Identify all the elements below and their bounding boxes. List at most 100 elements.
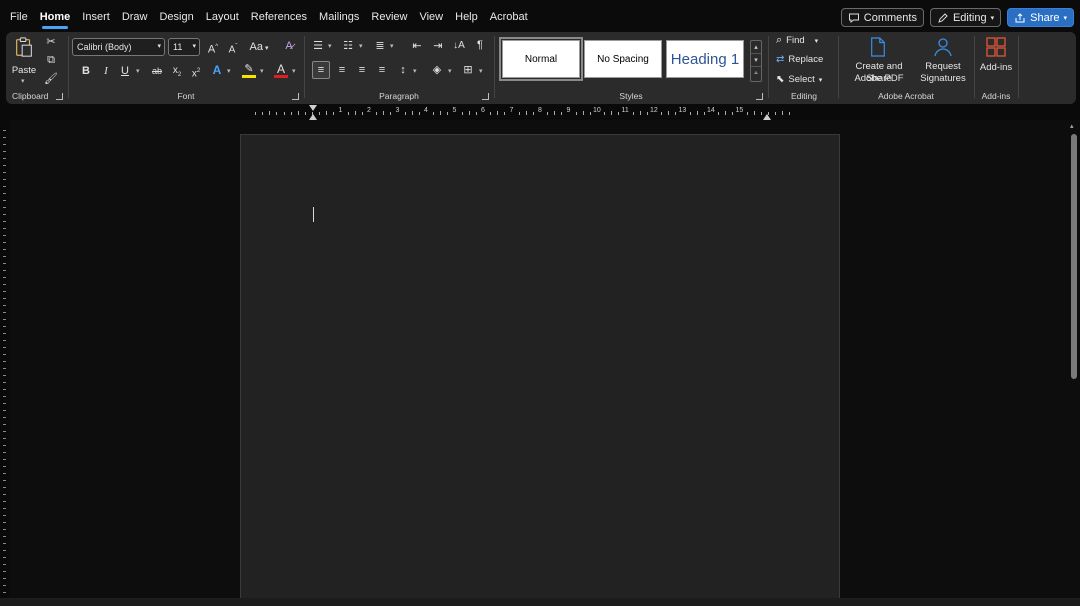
line-spacing-icon[interactable]: ↕ (396, 63, 410, 77)
create-pdf-button[interactable]: Create and Share Adobe PDF (842, 34, 912, 86)
scroll-up-icon[interactable]: ▴ (1070, 122, 1074, 130)
underline-button[interactable]: U (119, 64, 131, 78)
editing-mode-button[interactable]: Editing ▾ (929, 8, 1002, 27)
font-color-icon[interactable]: A (274, 62, 288, 78)
horizontal-ruler[interactable]: 1 2 3 4 5 6 7 8 9 10 11 12 13 14 15 (240, 105, 840, 120)
align-right-icon[interactable]: ≡ (355, 63, 369, 77)
menu-tab-acrobat[interactable]: Acrobat (484, 0, 534, 32)
chevron-down-icon[interactable]: ▾ (448, 67, 452, 75)
chevron-down-icon[interactable]: ▾ (227, 67, 231, 75)
ruler-tick (632, 112, 634, 115)
sort-icon[interactable]: ↓A (452, 39, 466, 53)
document-page[interactable] (240, 134, 840, 604)
ruler-tick (3, 529, 6, 530)
font-size-dropdown[interactable]: 11 ▾ (168, 38, 200, 56)
chevron-down-icon[interactable]: ▾ (413, 67, 417, 75)
style-no-spacing[interactable]: No Spacing (584, 40, 662, 78)
menu-tab-design[interactable]: Design (153, 0, 199, 32)
share-button[interactable]: Share ▾ (1007, 8, 1074, 27)
decrease-indent-icon[interactable]: ⇤ (410, 39, 424, 53)
chevron-down-icon[interactable]: ▾ (260, 67, 264, 75)
scrollbar-thumb[interactable] (1071, 134, 1077, 379)
right-indent-marker[interactable] (763, 114, 771, 120)
format-painter-icon[interactable]: 🖌 (44, 72, 58, 86)
menu-tab-draw[interactable]: Draw (116, 0, 154, 32)
request-signatures-button[interactable]: Request Signatures (916, 34, 970, 86)
ruler-tick (789, 112, 791, 115)
menu-tab-view[interactable]: View (413, 0, 449, 32)
paragraph-launcher-icon[interactable] (482, 93, 489, 100)
ruler-number: 5 (452, 107, 457, 114)
menu-tab-mailings[interactable]: Mailings (313, 0, 365, 32)
subscript-button[interactable]: x2 (171, 64, 183, 82)
menu-tab-references[interactable]: References (245, 0, 313, 32)
bullets-icon[interactable]: ☰ (310, 39, 326, 53)
menu-tab-file[interactable]: File (4, 0, 34, 32)
cut-icon[interactable]: ✂ (44, 35, 58, 49)
replace-icon: ⇄ (776, 54, 785, 65)
ruler-tick (3, 158, 6, 159)
left-indent-marker[interactable] (309, 114, 317, 120)
menu-tab-layout[interactable]: Layout (200, 0, 245, 32)
menu-tab-insert[interactable]: Insert (76, 0, 116, 32)
align-left-button[interactable]: ≡ (312, 61, 330, 79)
ruler-tick (753, 111, 755, 115)
select-button[interactable]: ⬉ Select ▾ (776, 74, 822, 85)
style-heading-1[interactable]: Heading 1 (666, 40, 744, 78)
menu-tab-home[interactable]: Home (34, 0, 77, 32)
ruler-tick (3, 382, 6, 383)
find-button[interactable]: ⌕ Find ▾ (776, 34, 818, 47)
styles-launcher-icon[interactable] (756, 93, 763, 100)
more-styles-icon[interactable]: ⩡ (751, 67, 761, 80)
addins-button[interactable]: Add-ins (976, 34, 1016, 74)
numbering-icon[interactable]: ☷ (340, 39, 356, 53)
bold-button[interactable]: B (80, 64, 92, 78)
italic-button[interactable]: I (100, 64, 112, 78)
ruler-tick (404, 112, 406, 115)
show-formatting-icon[interactable]: ¶ (474, 38, 486, 52)
ruler-tick (3, 438, 6, 439)
shading-icon[interactable]: ◈ (430, 63, 444, 77)
editing-group-label: Editing (791, 91, 817, 101)
first-line-indent-marker[interactable] (309, 105, 317, 111)
paste-button[interactable]: Paste ▾ (10, 36, 38, 85)
separator (1018, 36, 1019, 98)
chevron-down-icon[interactable]: ▾ (390, 42, 394, 50)
copy-icon[interactable]: ⧉ (44, 53, 58, 67)
paragraph-group-label: Paragraph (379, 91, 419, 101)
multilevel-list-icon[interactable]: ≣ (372, 39, 388, 53)
borders-icon[interactable]: ⊞ (461, 63, 475, 77)
style-normal[interactable]: Normal (499, 37, 583, 81)
chevron-down-icon[interactable]: ▾ (136, 67, 140, 75)
ruler-tick (3, 277, 6, 278)
vertical-scrollbar[interactable]: ▴ (1068, 120, 1080, 598)
comments-button[interactable]: Comments (840, 8, 924, 27)
chevron-down-icon[interactable]: ▾ (292, 67, 296, 75)
clear-formatting-icon[interactable]: A̷ (282, 39, 296, 53)
chevron-down-icon[interactable]: ▾ (359, 42, 363, 50)
ruler-tick (347, 112, 349, 115)
font-name-dropdown[interactable]: Calibri (Body) ▾ (72, 38, 165, 56)
menu-tab-review[interactable]: Review (365, 0, 413, 32)
clipboard-launcher-icon[interactable] (56, 93, 63, 100)
justify-icon[interactable]: ≡ (375, 63, 389, 77)
replace-button[interactable]: ⇄ Replace (776, 54, 823, 65)
chevron-down-icon[interactable]: ▾ (328, 42, 332, 50)
font-launcher-icon[interactable] (292, 93, 299, 100)
text-effects-icon[interactable]: A (210, 63, 224, 77)
font-size-value: 11 (173, 42, 183, 52)
menu-tab-help[interactable]: Help (449, 0, 484, 32)
increase-font-icon[interactable]: A^ (206, 40, 220, 57)
highlight-color-icon[interactable]: ✎ (242, 62, 256, 78)
align-center-icon[interactable]: ≡ (335, 63, 349, 77)
decrease-font-icon[interactable]: Aˇ (226, 40, 240, 57)
ruler-number: 2 (367, 107, 371, 114)
chevron-down-icon[interactable]: ▾ (751, 54, 761, 67)
strikethrough-button[interactable]: ab (149, 64, 165, 78)
ruler-tick (468, 111, 470, 115)
change-case-button[interactable]: Aa ▾ (248, 40, 270, 56)
increase-indent-icon[interactable]: ⇥ (431, 39, 445, 53)
chevron-down-icon[interactable]: ▾ (479, 67, 483, 75)
superscript-button[interactable]: x2 (190, 64, 202, 81)
chevron-up-icon[interactable]: ▴ (751, 41, 761, 54)
